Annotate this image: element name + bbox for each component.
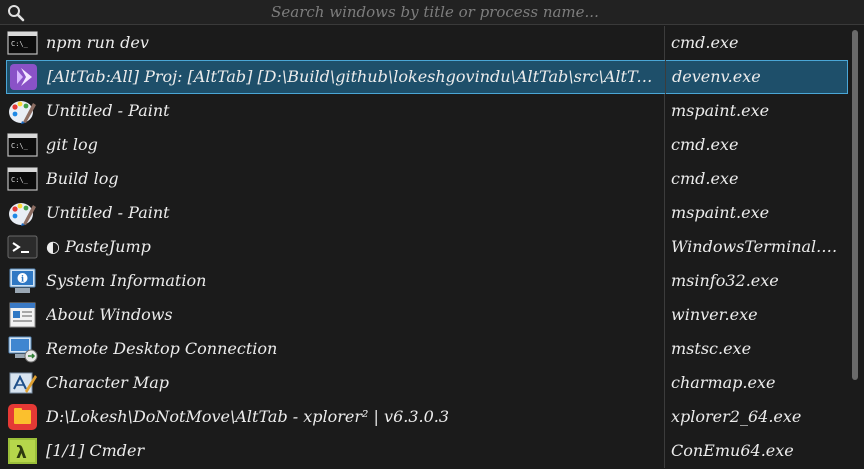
process-name: msinfo32.exe [671, 271, 779, 290]
process-name: mspaint.exe [671, 203, 770, 222]
window-title: D:\Lokesh\DoNotMove\AltTab - xplorer² | … [46, 407, 450, 426]
remote-desktop-icon [7, 335, 38, 363]
column-divider [664, 230, 665, 264]
visual-studio-icon [8, 63, 39, 91]
window-title: Character Map [46, 373, 170, 392]
window-title: About Windows [46, 305, 173, 324]
window-row[interactable]: Character Map charmap.exe [0, 366, 848, 400]
column-divider [665, 60, 666, 94]
window-title: [1/1] Cmder [46, 441, 145, 460]
window-row[interactable]: Untitled - Paint mspaint.exe [0, 196, 848, 230]
about-windows-icon [7, 301, 38, 329]
process-name: devenv.exe [672, 67, 761, 86]
window-row[interactable]: ◐ PasteJump WindowsTerminal.exe [0, 230, 848, 264]
cmd-icon: C:\_ [7, 131, 38, 159]
svg-text:i: i [21, 274, 24, 284]
process-name: mstsc.exe [671, 339, 752, 358]
window-row[interactable]: Remote Desktop Connection mstsc.exe [0, 332, 848, 366]
process-name: WindowsTerminal.exe [671, 237, 843, 256]
window-row[interactable]: C:\_ git log cmd.exe [0, 128, 848, 162]
search-bar [0, 0, 864, 25]
window-title: Untitled - Paint [46, 203, 170, 222]
terminal-icon [7, 233, 38, 261]
svg-text:λ: λ [16, 443, 27, 463]
window-title: Untitled - Paint [46, 101, 170, 120]
window-row[interactable]: i System Information msinfo32.exe [0, 264, 848, 298]
window-title: npm run dev [46, 33, 149, 52]
column-divider [664, 162, 665, 196]
window-title: [AltTab:All] Proj: [AltTab] [D:\Build\gi… [47, 67, 659, 86]
svg-text:C:\_: C:\_ [11, 40, 29, 48]
column-divider [664, 128, 665, 162]
column-divider [664, 298, 665, 332]
xplorer-icon [7, 403, 38, 431]
window-title: Remote Desktop Connection [46, 339, 278, 358]
window-title: ◐ PasteJump [46, 237, 151, 256]
cmder-icon: λ [7, 437, 38, 465]
process-name: cmd.exe [671, 33, 739, 52]
svg-text:C:\_: C:\_ [11, 176, 29, 184]
paint-icon [7, 199, 38, 227]
process-name: mspaint.exe [671, 101, 770, 120]
process-name: winver.exe [671, 305, 758, 324]
window-row[interactable]: Untitled - Paint mspaint.exe [0, 94, 848, 128]
search-icon[interactable] [7, 4, 25, 22]
search-input[interactable] [40, 1, 830, 23]
svg-text:C:\_: C:\_ [11, 142, 29, 150]
column-divider [664, 196, 665, 230]
process-name: cmd.exe [671, 135, 739, 154]
window-row[interactable]: D:\Lokesh\DoNotMove\AltTab - xplorer² | … [0, 400, 848, 434]
cmd-icon: C:\_ [7, 29, 38, 57]
cmd-icon: C:\_ [7, 165, 38, 193]
process-name: cmd.exe [671, 169, 739, 188]
column-divider [664, 94, 665, 128]
column-divider [664, 332, 665, 366]
window-title: git log [46, 135, 98, 154]
column-divider [664, 366, 665, 400]
character-map-icon [7, 369, 38, 397]
column-divider [664, 434, 665, 468]
process-name: charmap.exe [671, 373, 776, 392]
window-row[interactable]: λ [1/1] Cmder ConEmu64.exe [0, 434, 848, 468]
process-name: ConEmu64.exe [671, 441, 794, 460]
column-divider [664, 264, 665, 298]
window-row[interactable]: About Windows winver.exe [0, 298, 848, 332]
scrollbar[interactable] [850, 26, 862, 469]
window-row[interactable]: C:\_ npm run dev cmd.exe [0, 26, 848, 60]
process-name: xplorer2_64.exe [671, 407, 802, 426]
scroll-thumb[interactable] [852, 30, 858, 380]
column-divider [664, 400, 665, 434]
window-title: System Information [46, 271, 207, 290]
column-divider [664, 26, 665, 60]
paint-icon [7, 97, 38, 125]
window-row[interactable]: C:\_ Build log cmd.exe [0, 162, 848, 196]
window-title: Build log [46, 169, 119, 188]
window-row[interactable]: [AltTab:All] Proj: [AltTab] [D:\Build\gi… [6, 60, 848, 94]
system-info-icon: i [7, 267, 38, 295]
window-list: C:\_ npm run dev cmd.exe [AltTab:All] Proj:… [0, 26, 848, 469]
